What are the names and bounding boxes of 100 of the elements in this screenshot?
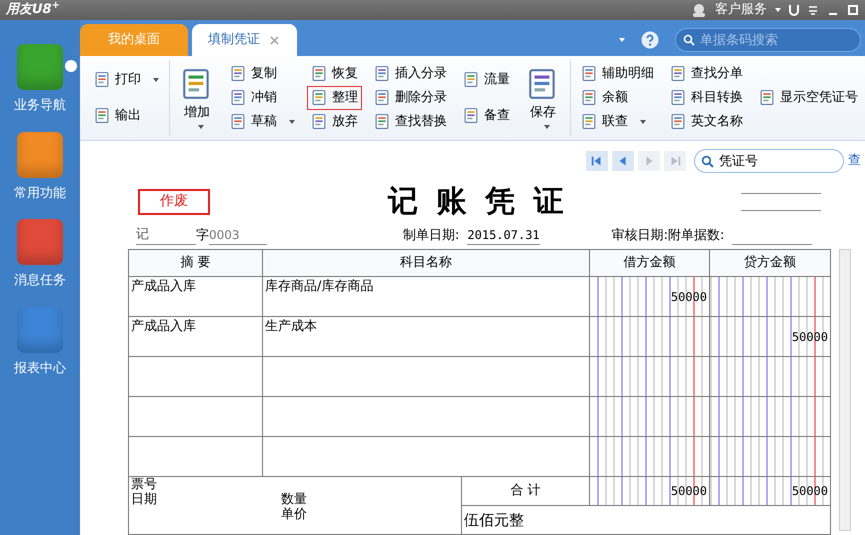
document-icon — [230, 65, 247, 82]
document-icon — [230, 113, 247, 130]
audit-date-label: 审核日期: — [612, 226, 668, 244]
toolbar-button[interactable]: 流量 — [459, 62, 514, 98]
column-header: 借方金额 — [590, 250, 710, 276]
table-cell[interactable] — [262, 396, 590, 436]
table-cell[interactable]: 生产成本 — [262, 316, 590, 356]
customer-service-link[interactable]: 客户服务 — [715, 0, 767, 20]
sidebar-item-label[interactable]: 常用功能 — [0, 184, 80, 203]
toolbar-button[interactable]: 输出 — [90, 98, 163, 134]
word-label: 字 — [196, 226, 209, 244]
toolbar-button[interactable]: 整理 — [307, 86, 362, 110]
toolbar-button[interactable]: 余额 — [577, 86, 658, 110]
toolbar-button[interactable]: 查找分单 — [666, 62, 747, 86]
voucher-title: 记 账 凭 证 — [388, 186, 568, 216]
menu-icon[interactable] — [807, 4, 819, 16]
table-cell[interactable] — [128, 396, 262, 436]
amount-cell[interactable] — [590, 356, 710, 396]
toolbar-button[interactable]: 删除分录 — [370, 86, 451, 110]
user-icon[interactable] — [691, 3, 707, 17]
toolbar-button[interactable]: 查找替换 — [370, 110, 451, 134]
toolbar-button[interactable]: 科目转换 — [666, 86, 747, 110]
close-icon[interactable] — [270, 36, 279, 44]
toolbar-button[interactable]: 增加 — [176, 64, 218, 132]
amount-in-words: 伍佰元整 — [462, 506, 830, 534]
document-icon — [311, 113, 328, 130]
caret-icon[interactable] — [775, 8, 781, 12]
caret-icon[interactable] — [619, 38, 625, 42]
quantity-label: 数量 — [281, 492, 308, 507]
dropdown-icon[interactable] — [65, 60, 77, 72]
nav-tile-icon[interactable] — [17, 132, 63, 178]
nav-tile-icon[interactable] — [17, 44, 63, 90]
toolbar-button[interactable]: 放弃 — [307, 110, 362, 134]
document-icon — [374, 89, 391, 106]
document-icon — [374, 113, 391, 130]
date-label: 日期 — [131, 492, 158, 507]
search-icon — [701, 154, 714, 168]
amount-cell[interactable] — [710, 276, 830, 316]
date-field[interactable]: 2015.07.31 — [467, 226, 540, 245]
toolbar-button[interactable]: 显示空凭证号 — [755, 86, 862, 110]
first-page-button[interactable] — [586, 150, 608, 170]
table-cell[interactable] — [128, 436, 262, 476]
sidebar-item-label[interactable]: 业务导航 — [0, 96, 80, 116]
date-label: 制单日期: — [403, 226, 460, 244]
document-icon — [463, 107, 480, 124]
column-header: 科目名称 — [262, 250, 590, 276]
toolbar-button[interactable]: 保存 — [522, 64, 564, 132]
toolbar-button[interactable]: 备查 — [459, 98, 514, 134]
amount-cell[interactable] — [590, 436, 710, 476]
table-cell[interactable] — [128, 356, 262, 396]
maximize-icon[interactable] — [847, 4, 859, 16]
sidebar-item-label[interactable]: 报表中心 — [0, 358, 80, 378]
toolbar-button[interactable]: 冲销 — [226, 86, 299, 110]
toolbar-button[interactable]: 辅助明细 — [577, 62, 658, 86]
document-icon — [670, 65, 687, 82]
voucher-type-field[interactable]: 记 — [136, 224, 196, 245]
amount-cell[interactable] — [590, 316, 710, 356]
document-icon — [311, 89, 328, 106]
app-logo: 用友U8$^{+}$ — [6, 0, 60, 20]
table-cell[interactable]: 产成品入库 — [128, 316, 262, 356]
total-label: 合 计 — [462, 476, 590, 506]
document-icon — [581, 89, 598, 106]
sidebar-item-label[interactable]: 消息任务 — [0, 271, 80, 290]
toolbar-button[interactable]: 恢复 — [307, 62, 362, 86]
document-icon — [94, 71, 111, 88]
toolbar-button[interactable]: 草稿 — [226, 110, 299, 134]
table-cell[interactable]: 库存商品/库存商品 — [262, 276, 590, 316]
toolbar-button[interactable]: 联查 — [577, 110, 658, 134]
attachments-label: 附单据数: — [668, 226, 724, 244]
document-icon — [311, 65, 328, 82]
nav-tile-icon[interactable] — [17, 219, 63, 265]
amount-cell[interactable] — [710, 356, 830, 396]
table-cell[interactable] — [262, 436, 590, 476]
document-icon — [581, 113, 598, 130]
amount-cell[interactable] — [710, 436, 830, 476]
document-icon — [463, 71, 480, 88]
table-cell[interactable] — [262, 356, 590, 396]
nav-tile-icon[interactable] — [17, 306, 63, 352]
search-icon — [683, 34, 695, 46]
toolbar-button[interactable]: 插入分录 — [370, 62, 451, 86]
toolbar-button[interactable]: 复制 — [226, 62, 299, 86]
help-icon[interactable] — [641, 31, 659, 49]
table-cell[interactable]: 产成品入库 — [128, 276, 262, 316]
scrollbar[interactable] — [839, 248, 851, 530]
document-icon — [670, 113, 687, 130]
prev-page-button[interactable] — [612, 150, 634, 170]
toolbar-button[interactable]: 英文名称 — [666, 110, 747, 134]
document-icon — [374, 65, 391, 82]
amount-cell[interactable] — [710, 396, 830, 436]
tab[interactable]: 填制凭证 — [192, 24, 297, 56]
document-icon — [230, 89, 247, 106]
voucher-number-search-field[interactable]: 凭证号 — [694, 148, 844, 172]
column-header: 贷方金额 — [710, 250, 830, 276]
document-icon — [581, 65, 598, 82]
toolbar-button[interactable]: 打印 — [90, 62, 163, 98]
amount-cell[interactable] — [590, 396, 710, 436]
barcode-search-field[interactable]: 单据条码搜索 — [675, 28, 861, 52]
column-header: 摘 要 — [128, 250, 262, 276]
query-link[interactable]: 查 — [848, 150, 861, 170]
voucher-number-field[interactable]: 0003 — [209, 226, 267, 245]
